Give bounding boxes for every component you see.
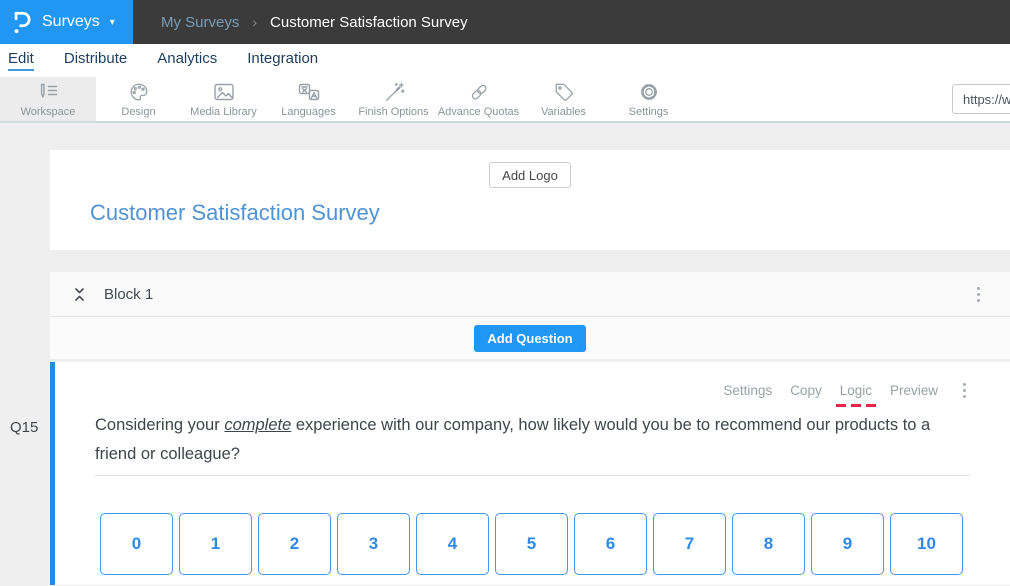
toolbar-item-label: Media Library — [190, 106, 257, 118]
toolbar-item-languages[interactable]: Languages — [266, 77, 351, 121]
add-question-button[interactable]: Add Question — [474, 325, 585, 352]
toolbar-item-settings[interactable]: Settings — [606, 77, 691, 121]
question-divider — [95, 475, 970, 476]
block-header: Block 1 — [50, 272, 1010, 317]
toolbar-item-workspace[interactable]: Workspace — [0, 77, 96, 121]
nps-scale: 0 1 2 3 4 5 6 7 8 9 10 — [100, 513, 970, 575]
toolbar-item-advance-quotas[interactable]: Advance Quotas — [436, 77, 521, 121]
question-menu-kebab-icon[interactable] — [959, 379, 970, 402]
block-title: Block 1 — [104, 286, 153, 303]
main-tabs: Edit Distribute Analytics Integration — [0, 44, 1010, 77]
breadcrumb: My Surveys › Customer Satisfaction Surve… — [133, 0, 1010, 44]
nps-option-5[interactable]: 5 — [495, 513, 568, 575]
question-text[interactable]: Considering your complete experience wit… — [95, 411, 970, 469]
languages-translate-icon — [297, 81, 321, 104]
breadcrumb-current-survey: Customer Satisfaction Survey — [270, 14, 468, 31]
chevron-down-icon: ▾ — [110, 17, 115, 28]
breadcrumb-my-surveys[interactable]: My Surveys — [161, 14, 239, 31]
nps-option-0[interactable]: 0 — [100, 513, 173, 575]
nps-option-2[interactable]: 2 — [258, 513, 331, 575]
toolbar-item-label: Workspace — [21, 106, 76, 118]
workspace-icon — [36, 81, 60, 104]
question-text-emphasis: complete — [224, 416, 291, 434]
variables-tag-icon — [553, 81, 575, 104]
add-question-row: Add Question — [50, 317, 1010, 359]
nps-option-1[interactable]: 1 — [179, 513, 252, 575]
question-card: Settings Copy Logic Preview Considering … — [50, 362, 1010, 585]
breadcrumb-separator-icon: › — [252, 14, 257, 30]
toolbar-item-label: Finish Options — [358, 106, 428, 118]
question-actions: Settings Copy Logic Preview — [95, 380, 970, 400]
toolbar-item-label: Settings — [629, 106, 669, 118]
collapse-block-icon[interactable] — [72, 286, 87, 303]
block-card: Block 1 Add Question — [50, 272, 1010, 359]
nps-option-4[interactable]: 4 — [416, 513, 489, 575]
toolbar-item-finish-options[interactable]: Finish Options — [351, 77, 436, 121]
nps-option-10[interactable]: 10 — [890, 513, 963, 575]
tab-distribute[interactable]: Distribute — [64, 50, 127, 71]
media-library-icon — [212, 81, 236, 104]
design-palette-icon — [128, 81, 150, 104]
nps-option-6[interactable]: 6 — [574, 513, 647, 575]
toolbar-item-label: Advance Quotas — [438, 106, 519, 118]
question-text-before: Considering your — [95, 416, 224, 434]
toolbar-item-variables[interactable]: Variables — [521, 77, 606, 121]
surveys-menu-label: Surveys — [42, 13, 100, 31]
survey-url-box — [952, 84, 1010, 114]
question-copy-link[interactable]: Copy — [790, 383, 822, 398]
block-menu-kebab-icon[interactable] — [973, 283, 984, 306]
questionpro-logo-icon — [11, 9, 33, 35]
survey-url-input[interactable] — [952, 84, 1010, 114]
tab-integration[interactable]: Integration — [247, 50, 318, 71]
advance-quotas-link-icon — [468, 81, 490, 104]
question-logic-link[interactable]: Logic — [840, 383, 872, 398]
toolbar-item-label: Languages — [281, 106, 335, 118]
settings-gear-icon — [638, 81, 660, 104]
finish-options-wand-icon — [383, 81, 405, 104]
question-settings-link[interactable]: Settings — [723, 383, 772, 398]
toolbar-item-design[interactable]: Design — [96, 77, 181, 121]
survey-header-card: Add Logo Customer Satisfaction Survey — [50, 150, 1010, 250]
question-preview-link[interactable]: Preview — [890, 383, 938, 398]
toolbar-item-label: Design — [121, 106, 155, 118]
nps-option-8[interactable]: 8 — [732, 513, 805, 575]
toolbar-item-media-library[interactable]: Media Library — [181, 77, 266, 121]
add-logo-button[interactable]: Add Logo — [489, 162, 571, 188]
toolbar-item-label: Variables — [541, 106, 586, 118]
edit-toolbar: Workspace Design Media Library — [0, 77, 1010, 123]
nps-option-9[interactable]: 9 — [811, 513, 884, 575]
nps-option-3[interactable]: 3 — [337, 513, 410, 575]
survey-title[interactable]: Customer Satisfaction Survey — [90, 200, 1010, 226]
nps-option-7[interactable]: 7 — [653, 513, 726, 575]
question-id-label: Q15 — [10, 419, 38, 436]
tab-analytics[interactable]: Analytics — [157, 50, 217, 71]
tab-edit[interactable]: Edit — [8, 50, 34, 71]
topbar: Surveys ▾ My Surveys › Customer Satisfac… — [0, 0, 1010, 44]
question-row: Q15 Settings Copy Logic Preview Consider… — [0, 362, 1010, 585]
surveys-menu[interactable]: Surveys ▾ — [0, 0, 133, 44]
survey-editor-page: Add Logo Customer Satisfaction Survey Bl… — [0, 123, 1010, 585]
